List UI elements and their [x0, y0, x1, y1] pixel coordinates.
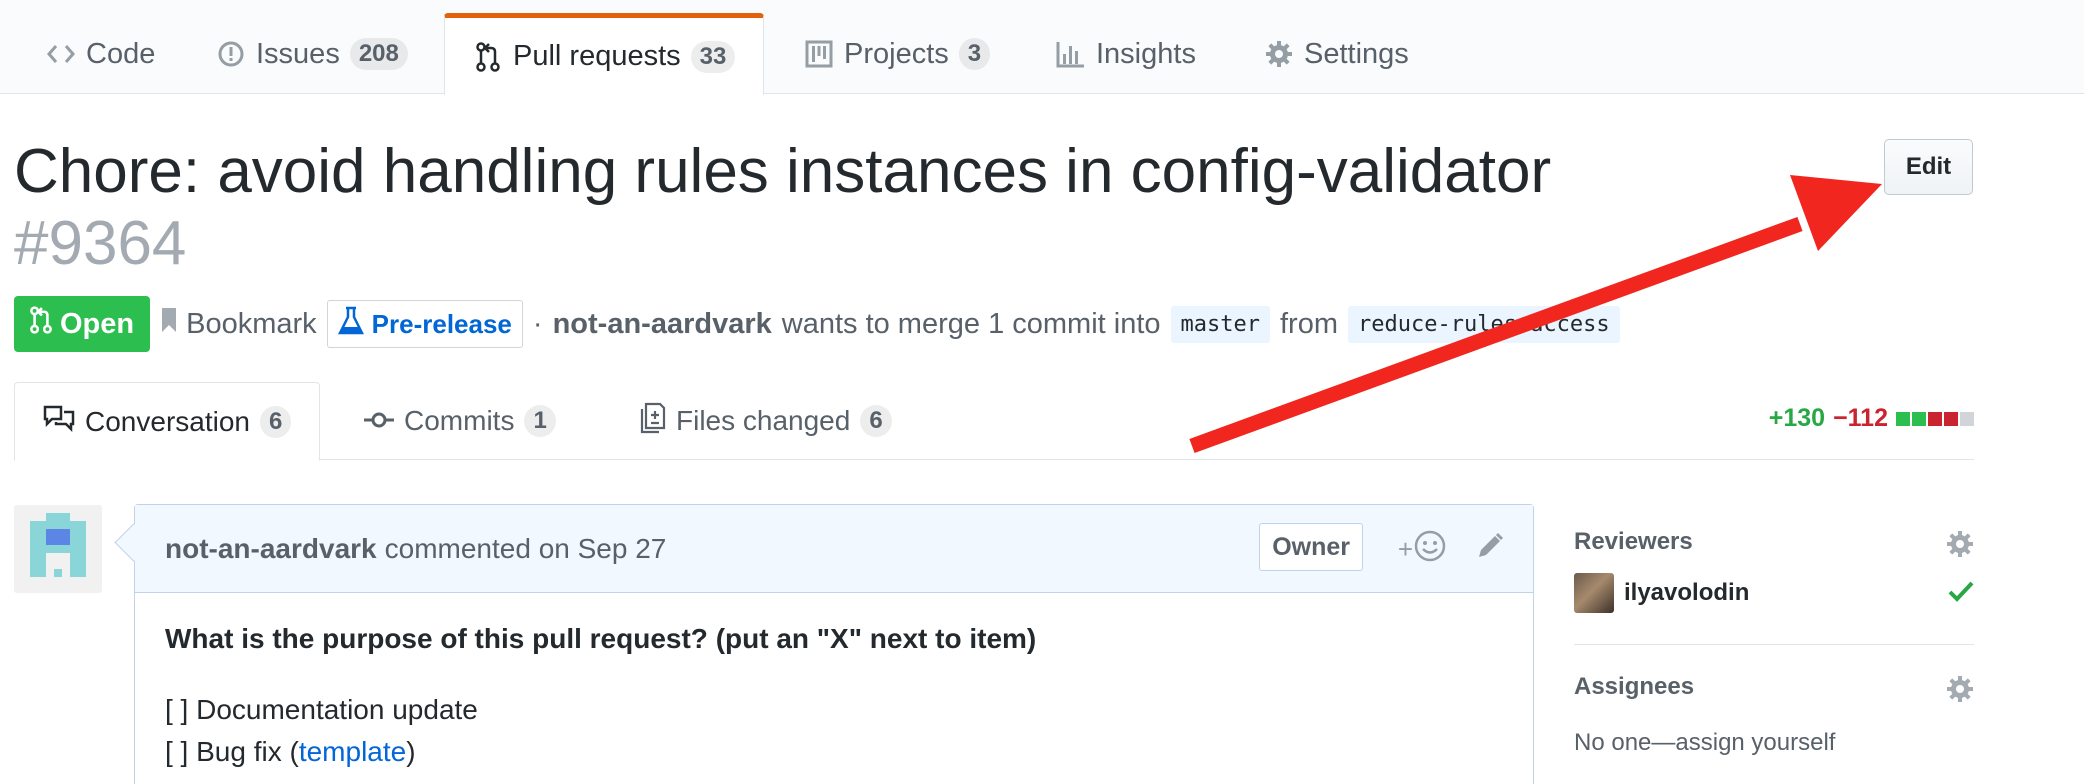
tab-projects-label: Projects	[844, 37, 949, 70]
head-branch[interactable]: reduce-rules-access	[1348, 305, 1620, 343]
diffstat-block	[1944, 411, 1958, 426]
issues-counter: 208	[349, 38, 408, 70]
tab-code[interactable]: Code	[18, 13, 183, 95]
bookmark-icon	[160, 306, 178, 342]
projects-counter: 3	[958, 38, 991, 70]
owner-badge: Owner	[1259, 523, 1363, 571]
tab-code-label: Code	[86, 37, 156, 70]
reviewers-heading[interactable]: Reviewers	[1574, 520, 1974, 564]
page-title: Chore: avoid handling rules instances in…	[14, 137, 1552, 206]
base-branch[interactable]: master	[1170, 305, 1270, 343]
tab-conversation-label: Conversation	[85, 405, 250, 437]
pull-request-icon	[473, 41, 503, 72]
issue-icon	[216, 39, 246, 69]
template-link[interactable]: template	[299, 736, 406, 767]
tab-files-changed[interactable]: Files changed 6	[612, 382, 920, 460]
avatar[interactable]	[14, 505, 102, 593]
pull-requests-counter: 33	[690, 40, 736, 73]
gear-icon[interactable]	[1946, 675, 1974, 708]
prerelease-label: Pre-release	[371, 308, 512, 339]
check-icon	[1948, 580, 1974, 609]
avatar	[1574, 573, 1614, 613]
tab-commits[interactable]: Commits 1	[336, 382, 584, 460]
gear-icon[interactable]	[1946, 530, 1974, 563]
meta-separator: ·	[532, 307, 543, 340]
tab-issues-label: Issues	[256, 37, 340, 70]
prerelease-badge[interactable]: Pre-release	[326, 300, 523, 348]
diffstat-block	[1912, 411, 1926, 426]
diffstat: +130 −112	[1769, 404, 1974, 433]
comment-discussion-icon	[43, 404, 75, 439]
pr-meta: Open Bookmark Pre-release · not-an-aardv…	[14, 296, 1620, 352]
list-item: [ ] Bug fix (template)	[165, 731, 1503, 773]
list-item-text: )	[406, 736, 416, 767]
reviewer-item[interactable]: ilyavolodin	[1574, 564, 1974, 622]
tab-commits-label: Commits	[404, 405, 515, 436]
assignees-heading[interactable]: Assignees	[1574, 665, 1974, 709]
comment-header: not-an-aardvark commented on Sep 27 Owne…	[135, 505, 1533, 593]
bookmark-label: Bookmark	[186, 307, 317, 340]
files-changed-counter: 6	[860, 405, 892, 437]
code-icon	[46, 39, 76, 69]
file-diff-icon	[640, 402, 666, 441]
graph-icon	[1056, 39, 1086, 69]
edit-button[interactable]: Edit	[1884, 139, 1973, 195]
assignees-section: Assignees No one—assign yourself	[1574, 665, 1974, 757]
gear-icon	[1264, 39, 1294, 69]
pencil-icon[interactable]	[1475, 531, 1505, 568]
diffstat-additions: +130	[1768, 404, 1826, 432]
pull-request-icon	[30, 306, 52, 342]
diffstat-block	[1960, 411, 1974, 426]
diffstat-deletions: −112	[1833, 404, 1888, 432]
pr-number: #9364	[14, 209, 187, 278]
reviewers-section: Reviewers ilyavolodin	[1574, 520, 1974, 622]
status-label: Open	[60, 307, 135, 340]
tab-pull-requests-label: Pull requests	[513, 40, 681, 72]
add-reaction-button[interactable]: +	[1398, 529, 1447, 570]
diffstat-block	[1896, 411, 1910, 426]
diffstat-blocks	[1896, 411, 1974, 426]
bookmark-button[interactable]: Bookmark	[160, 306, 317, 342]
project-icon	[804, 39, 834, 69]
tab-projects[interactable]: Projects 3	[776, 13, 1018, 95]
list-item-text: [ ] Bug fix (	[165, 736, 299, 767]
tab-insights-label: Insights	[1096, 37, 1196, 70]
conversation-counter: 6	[259, 405, 292, 438]
comment-author[interactable]: not-an-aardvark	[165, 533, 377, 565]
git-commit-icon	[364, 405, 394, 437]
merge-text: wants to merge 1 commit into	[781, 307, 1161, 340]
assignees-empty[interactable]: No one—assign yourself	[1574, 729, 1974, 757]
commits-counter: 1	[524, 405, 556, 437]
tab-pull-requests[interactable]: Pull requests 33	[444, 13, 765, 95]
status-badge: Open	[14, 296, 151, 352]
pr-tabs: Conversation 6 Commits 1 Files changed 6…	[14, 382, 1974, 461]
comment-timestamp[interactable]: commented on Sep 27	[385, 533, 667, 565]
reviewer-name[interactable]: ilyavolodin	[1624, 579, 1749, 607]
repo-nav: Code Issues 208 Pull requests 33 Project…	[0, 0, 2084, 95]
list-item: [ ] Documentation update	[165, 694, 478, 725]
comment-body: What is the purpose of this pull request…	[135, 593, 1533, 784]
sidebar: Reviewers ilyavolodin Assignees No one—a…	[1574, 520, 1974, 757]
tab-settings-label: Settings	[1304, 37, 1409, 70]
tab-conversation[interactable]: Conversation 6	[14, 382, 321, 461]
reaction-plus: +	[1397, 534, 1413, 564]
diffstat-block	[1928, 411, 1942, 426]
tab-files-changed-label: Files changed	[676, 405, 851, 436]
author-link[interactable]: not-an-aardvark	[553, 308, 772, 341]
beaker-icon	[337, 306, 364, 343]
sidebar-divider	[1574, 644, 1974, 645]
from-text: from	[1280, 307, 1338, 340]
tab-settings[interactable]: Settings	[1236, 13, 1437, 95]
smiley-icon	[1413, 529, 1447, 570]
comment: not-an-aardvark commented on Sep 27 Owne…	[134, 504, 1534, 784]
tab-insights[interactable]: Insights	[1028, 13, 1224, 95]
comment-question: What is the purpose of this pull request…	[165, 623, 1037, 654]
tab-issues[interactable]: Issues 208	[188, 13, 436, 95]
